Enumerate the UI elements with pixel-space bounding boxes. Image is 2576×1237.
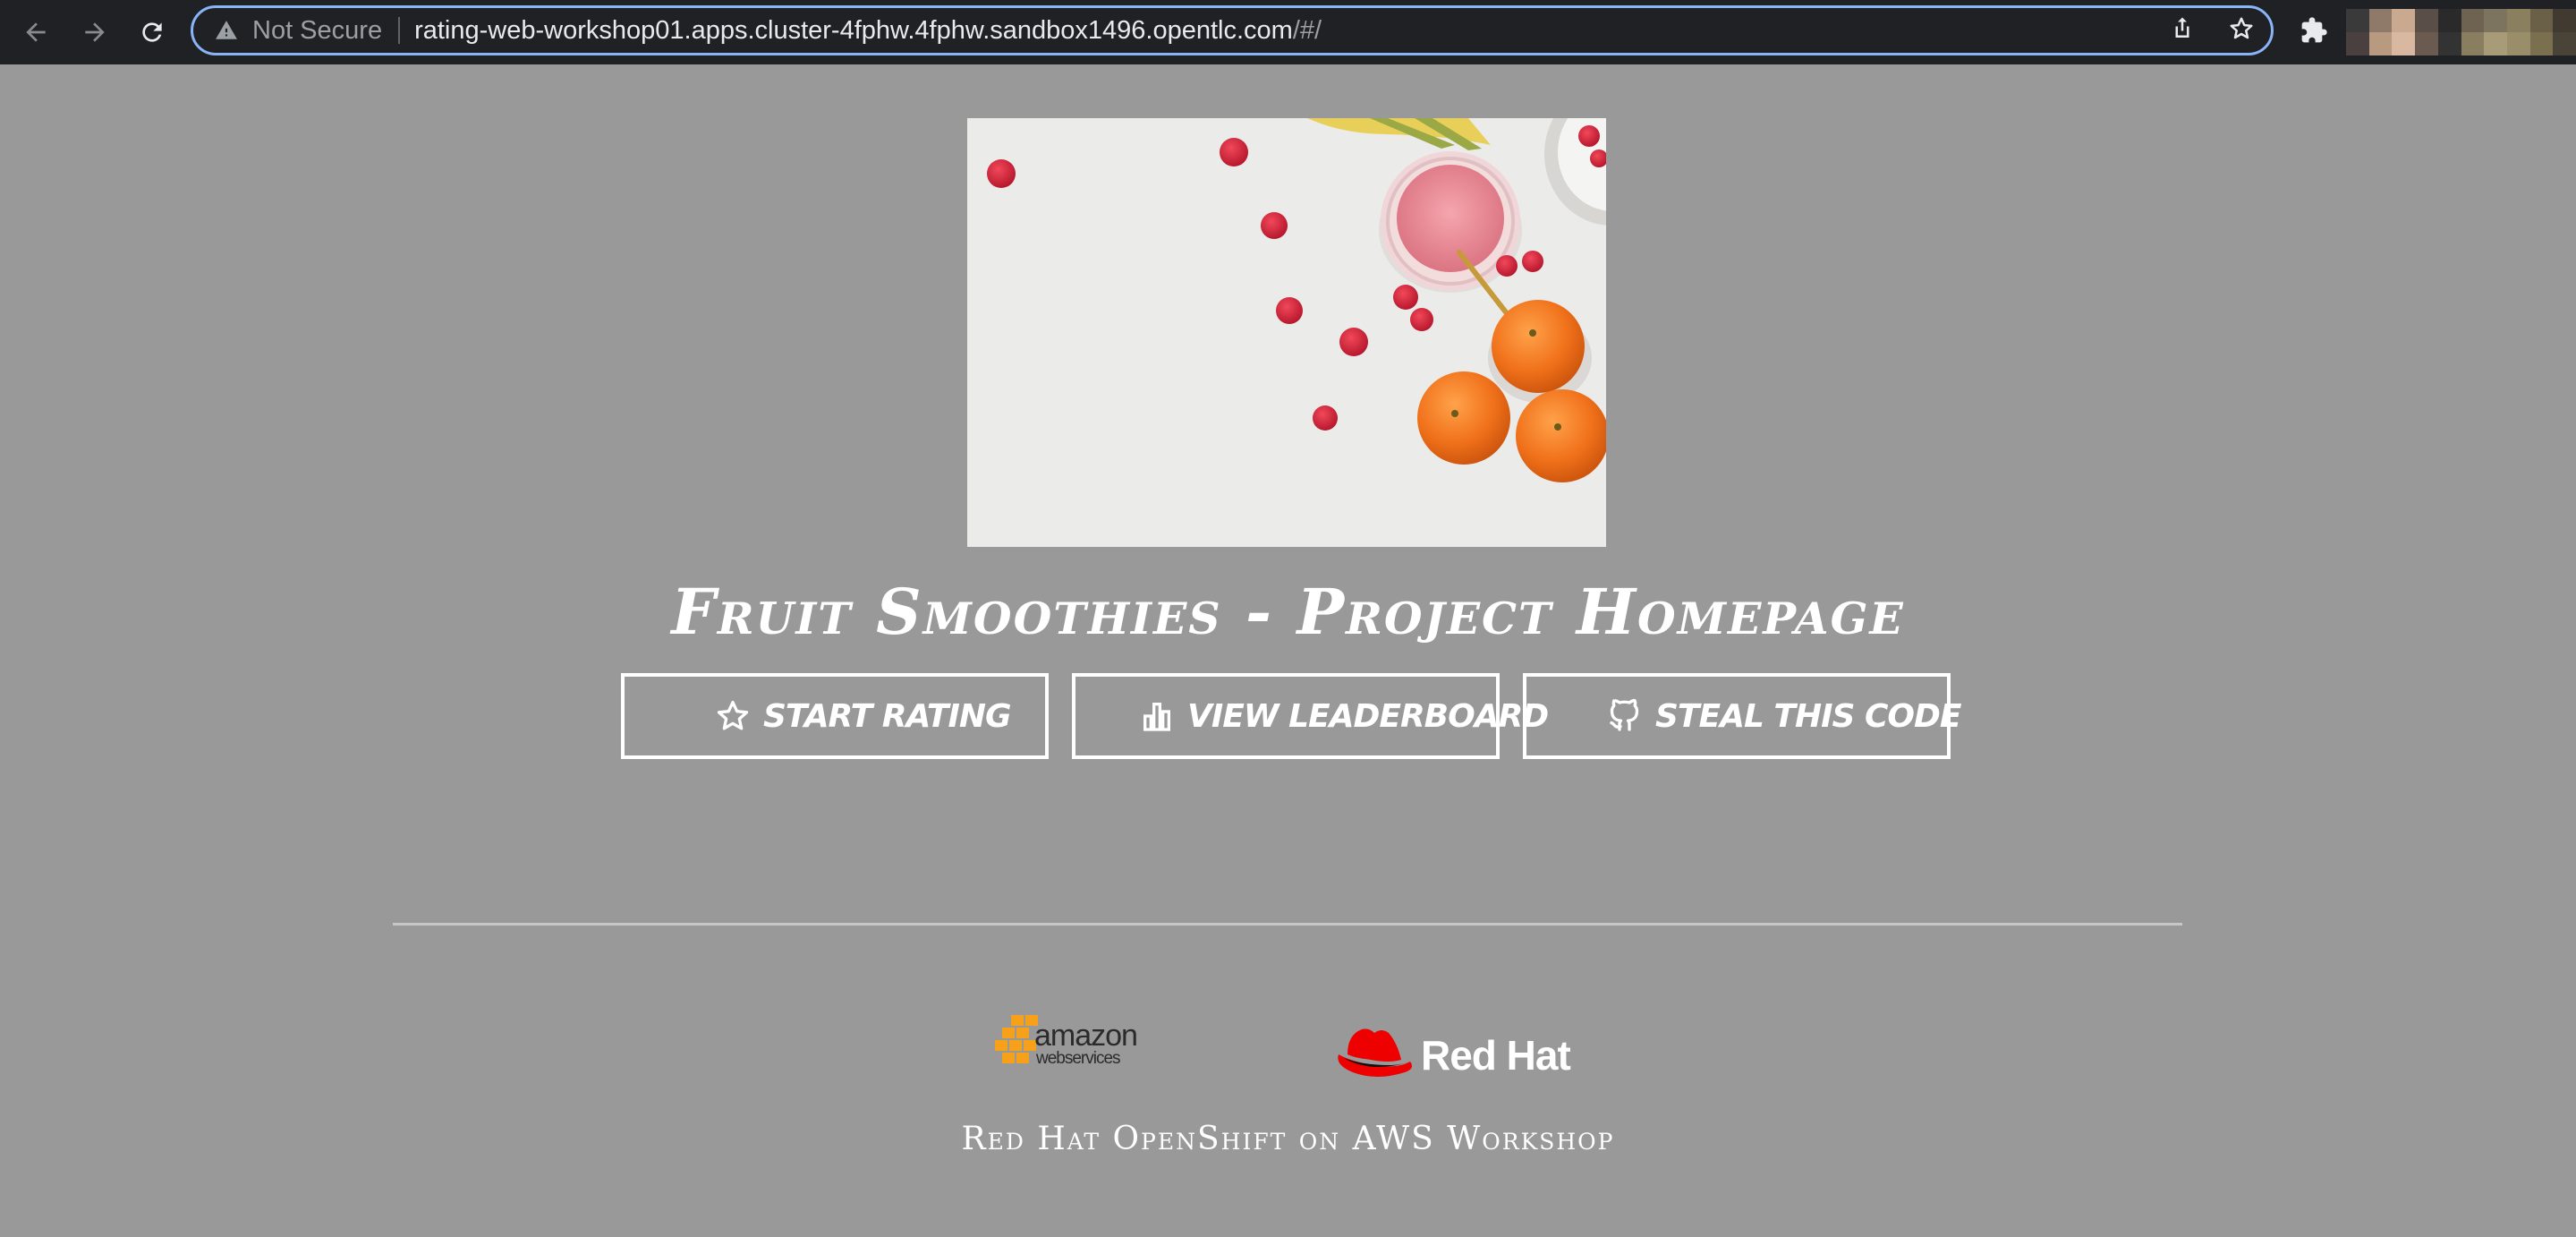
github-icon — [1607, 698, 1643, 734]
forward-button[interactable] — [77, 14, 113, 50]
hero-image — [967, 118, 1606, 547]
profile-avatar[interactable] — [2346, 9, 2576, 55]
arrow-right-icon — [85, 22, 105, 42]
bookmark-star-icon[interactable] — [2228, 15, 2255, 47]
back-button[interactable] — [18, 14, 54, 50]
url-host: rating-web-workshop01.apps.cluster-4fphw… — [414, 15, 1293, 45]
separator — [398, 17, 401, 44]
extensions-button[interactable] — [2296, 13, 2332, 48]
start-rating-button[interactable]: Start Rating — [621, 673, 1049, 759]
url-path: /#/ — [1292, 15, 1322, 45]
divider — [393, 923, 2182, 926]
steal-this-code-button[interactable]: Steal This Code — [1523, 673, 1961, 759]
redhat-fedora-icon — [1338, 1028, 1412, 1077]
url-text[interactable]: rating-web-workshop01.apps.cluster-4fphw… — [414, 16, 1322, 46]
security-indicator[interactable]: Not Secure — [252, 16, 382, 46]
view-leaderboard-label: View Leaderboard — [1187, 697, 1549, 735]
address-bar[interactable]: Not Secure rating-web-workshop01.apps.cl… — [191, 5, 2274, 55]
smoothie-photo — [967, 118, 1606, 547]
arrow-left-icon — [26, 22, 46, 42]
steal-this-code-label: Steal This Code — [1655, 697, 1961, 735]
browser-toolbar: Not Secure rating-web-workshop01.apps.cl… — [0, 0, 2576, 64]
start-rating-label: Start Rating — [763, 697, 1012, 735]
aws-subwordmark: webservices — [1036, 1049, 1121, 1068]
redhat-logo: Red Hat — [1335, 1024, 1577, 1087]
star-icon — [715, 698, 751, 734]
share-icon[interactable] — [2169, 15, 2196, 47]
warning-icon — [213, 17, 240, 44]
footer-caption: Red Hat OpenShift on AWS Workshop — [961, 1121, 1615, 1157]
puzzle-icon — [2301, 17, 2327, 43]
page-body: Fruit Smoothies - Project Homepage Start… — [0, 64, 2576, 1237]
aws-logo: amazon webservices — [993, 1013, 1141, 1078]
view-leaderboard-button[interactable]: View Leaderboard — [1072, 673, 1549, 759]
reload-button[interactable] — [134, 14, 170, 50]
page-title: Fruit Smoothies - Project Homepage — [671, 575, 1905, 649]
bar-chart-icon — [1139, 698, 1175, 734]
reload-icon — [142, 22, 162, 42]
redhat-wordmark: Red Hat — [1421, 1032, 1571, 1079]
